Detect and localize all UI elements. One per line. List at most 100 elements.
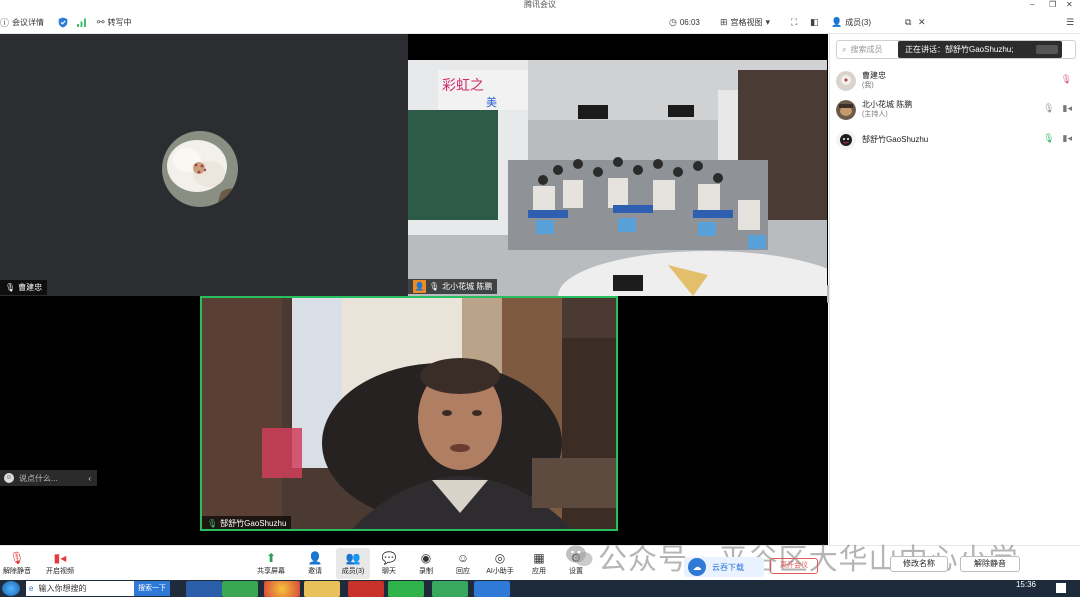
reactions-label: 回应	[456, 568, 470, 575]
share-screen-label: 共享屏幕	[257, 568, 285, 575]
meeting-info-label: 会议详情	[12, 17, 45, 27]
ie-icon: e	[29, 584, 34, 593]
chat-button[interactable]: 💬 聊天	[372, 548, 406, 579]
speaking-tooltip: 正在讲话：郜舒竹GaoShuzhu;	[898, 41, 1062, 58]
signal-indicator[interactable]	[77, 10, 87, 34]
unmute-all-button[interactable]: 解除静音	[960, 556, 1020, 572]
reactions-button[interactable]: ☺ 回应	[446, 548, 480, 579]
video-tile-active-speaker[interactable]: 🎙 郜舒竹GaoShuzhu	[200, 296, 618, 531]
member-role: (我)	[862, 82, 874, 89]
transcribe-label: 转写中	[107, 17, 132, 27]
mic-icon: 🎙	[429, 282, 440, 291]
mic-icon[interactable]: 🎙	[1043, 103, 1054, 114]
record-icon: ◉	[420, 551, 432, 565]
invite-button[interactable]: 👤 邀请	[298, 548, 332, 579]
record-button[interactable]: ◉ 录制	[409, 548, 443, 579]
view-mode-button[interactable]: ⊞ 宫格视图 ▾	[720, 10, 770, 34]
top-toolbar: ⓘ 会议详情 ⚯ 转写中 ◷ 06:03 ⊞ 宫格视图 ▾ ⛶ ◧ 👤 成员(3…	[0, 10, 1080, 34]
rename-button[interactable]: 修改名称	[890, 556, 948, 572]
chrome-app-icon[interactable]	[264, 581, 300, 597]
chat-bubble-icon: 💬	[381, 551, 397, 565]
cloud-icon: ☁	[688, 558, 706, 576]
tile-name-label: 👤 🎙 北小花城 陈鹏	[408, 279, 498, 294]
meeting-info-button[interactable]: ⓘ 会议详情	[0, 10, 44, 34]
title-bar: 腾讯会议 – ❐ ✕	[0, 0, 1080, 10]
tile-name-label: 🎙 郜舒竹GaoShuzhu	[202, 516, 292, 529]
member-row[interactable]: 北小花城 陈鹏 (主持人) 🎙 ▮◂	[836, 97, 1076, 123]
camera-off-icon: ▮◂	[53, 551, 67, 565]
unmute-button[interactable]: 🎙 解除静音	[0, 548, 34, 579]
host-badge-icon: 👤	[413, 280, 426, 293]
tile-name: 曹建忠	[18, 283, 43, 292]
folder-app-icon[interactable]	[304, 581, 340, 597]
cloud-download-button[interactable]: ☁ 云吞下载	[684, 557, 764, 577]
layout-toggle-button[interactable]: ◧	[810, 10, 819, 34]
ai-assistant-button[interactable]: ◎ AI小助手	[483, 548, 517, 579]
wechat-app-icon[interactable]	[388, 581, 424, 597]
fullscreen-button[interactable]: ⛶	[791, 10, 797, 34]
member-role: (主持人)	[862, 111, 888, 118]
security-indicator[interactable]	[58, 10, 68, 34]
transcribe-button[interactable]: ⚯ 转写中	[97, 10, 132, 34]
speaker-video-frame	[202, 298, 616, 529]
close-panel-button[interactable]: ✕	[918, 10, 926, 34]
camera-icon[interactable]: ▮◂	[1063, 103, 1072, 114]
search-icon: ⌕	[842, 44, 847, 54]
collapse-chevron-icon[interactable]: ‹	[88, 474, 91, 483]
tile-name: 郜舒竹GaoShuzhu	[220, 519, 287, 528]
leave-meeting-button[interactable]: 离开会议	[770, 558, 818, 574]
search-placeholder: 搜索成员	[850, 45, 883, 54]
sidebar-layout-icon: ◧	[810, 16, 819, 27]
ai-robot-icon: ◎	[494, 551, 506, 565]
members-panel: ⌕ 搜索成员 正在讲话：郜舒竹GaoShuzhu; 曹建忠 (我) 🎙 北小花城…	[829, 34, 1080, 545]
start-video-button[interactable]: ▮◂ 开启视频	[43, 548, 77, 579]
participant-avatar	[162, 131, 238, 207]
taskbar-search-button[interactable]: 搜索一下	[134, 581, 170, 596]
clock-icon: ◷	[669, 16, 677, 27]
browser-app-icon[interactable]	[222, 581, 258, 597]
more-menu-button[interactable]: ☰	[1066, 10, 1074, 34]
chat-placeholder: 说点什么...	[19, 473, 58, 483]
show-desktop-icon[interactable]	[1056, 583, 1066, 593]
start-button-icon[interactable]	[2, 581, 20, 596]
video-tile-classroom[interactable]: 彩虹之 美 👤 🎙 北小花城 陈鹏	[408, 60, 827, 296]
tile-name-label: 🎙 曹建忠	[0, 280, 48, 295]
apps-button[interactable]: ▦ 应用	[522, 548, 556, 579]
member-row[interactable]: 曹建忠 (我) 🎙	[836, 68, 1076, 94]
emoji-icon: ☺	[456, 551, 470, 565]
meeting-timer: ◷ 06:03	[669, 10, 700, 34]
members-label: 成员(3)	[341, 568, 365, 575]
popout-button[interactable]: ⧉	[905, 10, 911, 34]
minimize-button[interactable]: –	[1030, 0, 1034, 10]
ai-assistant-label: AI小助手	[486, 568, 514, 575]
share-screen-button[interactable]: ⬆ 共享屏幕	[254, 548, 288, 579]
classroom-video-frame: 彩虹之 美	[408, 60, 827, 296]
meeting-app-icon[interactable]	[432, 581, 468, 597]
ie-app-icon[interactable]	[186, 581, 222, 597]
wps-app-icon[interactable]	[348, 581, 384, 597]
mic-active-icon[interactable]: 🎙	[1043, 133, 1054, 144]
member-row[interactable]: 郜舒竹GaoShuzhu 🎙 ▮◂	[836, 127, 1076, 153]
chat-quick-input[interactable]: ☺ 说点什么... ‹	[0, 470, 97, 486]
taskbar-search-text: 输入你想搜的	[38, 584, 87, 593]
info-icon: ⓘ	[0, 17, 10, 28]
emoji-icon[interactable]: ☺	[4, 473, 14, 483]
member-name: 北小花城 陈鹏	[862, 100, 913, 109]
tencent-meeting-app-icon[interactable]	[474, 581, 510, 597]
maximize-button[interactable]: ❐	[1049, 0, 1056, 10]
os-taskbar: e 输入你想搜的 搜索一下 15:36	[0, 580, 1080, 597]
chat-label: 聊天	[382, 568, 396, 575]
video-tile-caojianzhong[interactable]: 🎙 曹建忠	[0, 34, 408, 296]
close-button[interactable]: ✕	[1066, 0, 1073, 10]
members-tab[interactable]: 👤 成员(3)	[831, 10, 871, 34]
members-button[interactable]: 👥 成员(3)	[336, 548, 370, 579]
window-title: 腾讯会议	[524, 0, 556, 9]
taskbar-search[interactable]: e 输入你想搜的 搜索一下	[26, 581, 170, 596]
avatar	[836, 71, 856, 91]
speaking-avatar-thumb	[1036, 45, 1058, 54]
record-label: 录制	[419, 568, 433, 575]
wechat-watermark-icon	[566, 545, 593, 566]
camera-icon[interactable]: ▮◂	[1063, 133, 1072, 144]
mic-muted-icon: 🎙	[9, 551, 25, 565]
mic-muted-icon[interactable]: 🎙	[1061, 74, 1072, 85]
